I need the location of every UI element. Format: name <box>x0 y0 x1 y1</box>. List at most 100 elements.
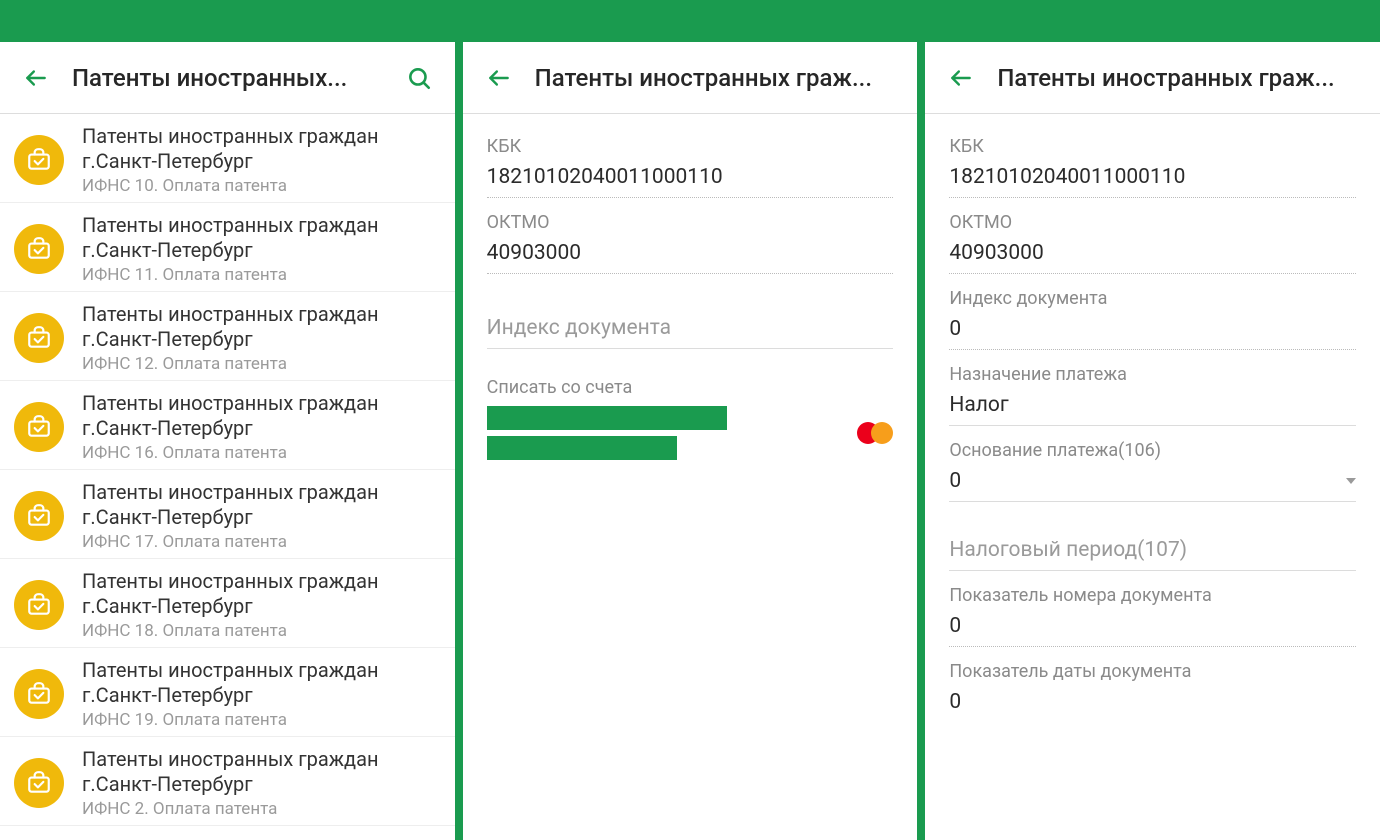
screen-form-1: Патенты иностранных граж... КБК 18210102… <box>463 0 918 840</box>
list-item-title: Патенты иностранных граждан г.Санкт-Пете… <box>82 480 441 530</box>
doc-date-indicator-field[interactable]: Показатель даты документа 0 <box>949 661 1356 722</box>
list-item-text: Патенты иностранных граждан г.Санкт-Пете… <box>82 658 441 730</box>
oktmo-value: 40903000 <box>487 239 894 274</box>
back-button[interactable] <box>941 58 981 98</box>
basis-106-label: Основание платежа(106) <box>949 440 1356 461</box>
list-item-text: Патенты иностранных граждан г.Санкт-Пете… <box>82 302 441 374</box>
purpose-value: Налог <box>949 391 1356 426</box>
doc-date-indicator-value: 0 <box>949 688 1356 722</box>
arrow-left-icon <box>486 65 512 91</box>
list-item-subtitle: ИФНС 10. Оплата патента <box>82 176 441 196</box>
kbk-label: КБК <box>487 136 894 157</box>
list-item[interactable]: Патенты иностранных граждан г.Санкт-Пете… <box>0 470 455 559</box>
back-button[interactable] <box>16 58 56 98</box>
status-bar <box>925 0 1380 42</box>
basis-106-field[interactable]: Основание платежа(106) 0 <box>949 440 1356 502</box>
list-item[interactable]: Патенты иностранных граждан г.Санкт-Пете… <box>0 114 455 203</box>
kbk-value: 18210102040011000110 <box>487 163 894 198</box>
page-title: Патенты иностранных граж... <box>535 64 902 92</box>
oktmo-label: ОКТМО <box>487 212 894 233</box>
list-item-subtitle: ИФНС 2. Оплата патента <box>82 799 441 819</box>
list-item-text: Патенты иностранных граждан г.Санкт-Пете… <box>82 569 441 641</box>
doc-number-indicator-field[interactable]: Показатель номера документа 0 <box>949 585 1356 647</box>
mastercard-icon <box>857 421 893 445</box>
list-item-title: Патенты иностранных граждан г.Санкт-Пете… <box>82 391 441 441</box>
list-item-text: Патенты иностранных граждан г.Санкт-Пете… <box>82 480 441 552</box>
status-bar <box>463 0 918 42</box>
arrow-left-icon <box>23 65 49 91</box>
briefcase-check-icon <box>14 758 64 808</box>
kbk-value: 18210102040011000110 <box>949 163 1356 198</box>
kbk-field[interactable]: КБК 18210102040011000110 <box>949 136 1356 198</box>
list-item-subtitle: ИФНС 16. Оплата патента <box>82 443 441 463</box>
app-bar: Патенты иностранных граж... <box>925 42 1380 114</box>
list-item-text: Патенты иностранных граждан г.Санкт-Пете… <box>82 124 441 196</box>
payment-form: КБК 18210102040011000110 ОКТМО 40903000 … <box>925 114 1380 840</box>
list-item-title: Патенты иностранных граждан г.Санкт-Пете… <box>82 569 441 619</box>
briefcase-check-icon <box>14 313 64 363</box>
doc-index-label: Индекс документа <box>949 288 1356 309</box>
doc-index-field[interactable]: Индекс документа 0 <box>949 288 1356 350</box>
results-list: Патенты иностранных граждан г.Санкт-Пете… <box>0 114 455 840</box>
page-title: Патенты иностранных... <box>72 64 399 92</box>
search-button[interactable] <box>399 58 439 98</box>
list-item[interactable]: Патенты иностранных граждан г.Санкт-Пете… <box>0 737 455 826</box>
list-item-subtitle: ИФНС 11. Оплата патента <box>82 265 441 285</box>
list-item[interactable]: Патенты иностранных граждан г.Санкт-Пете… <box>0 648 455 737</box>
list-item-text: Патенты иностранных граждан г.Санкт-Пете… <box>82 213 441 285</box>
list-item-text: Патенты иностранных граждан г.Санкт-Пете… <box>82 836 441 840</box>
card-redacted <box>487 406 727 460</box>
briefcase-check-icon <box>14 402 64 452</box>
period-107-field[interactable]: Налоговый период(107) <box>949 536 1356 571</box>
doc-index-value: 0 <box>949 315 1356 350</box>
payment-form: КБК 18210102040011000110 ОКТМО 40903000 … <box>463 114 918 840</box>
period-107-placeholder: Налоговый период(107) <box>949 536 1356 571</box>
doc-date-indicator-label: Показатель даты документа <box>949 661 1356 682</box>
briefcase-check-icon <box>14 135 64 185</box>
briefcase-check-icon <box>14 224 64 274</box>
doc-index-field[interactable]: Индекс документа <box>487 314 894 349</box>
list-item[interactable]: Патенты иностранных граждан г.Санкт-Пете… <box>0 203 455 292</box>
list-item-title: Патенты иностранных граждан г.Санкт-Пете… <box>82 302 441 352</box>
app-bar: Патенты иностранных... <box>0 42 455 114</box>
briefcase-check-icon <box>14 669 64 719</box>
basis-106-value: 0 <box>949 467 1356 502</box>
list-item-subtitle: ИФНС 17. Оплата патента <box>82 532 441 552</box>
list-item-subtitle: ИФНС 12. Оплата патента <box>82 354 441 374</box>
oktmo-field[interactable]: ОКТМО 40903000 <box>949 212 1356 274</box>
list-item-text: Патенты иностранных граждан г.Санкт-Пете… <box>82 391 441 463</box>
account-selector[interactable] <box>487 406 894 460</box>
list-item[interactable]: Патенты иностранных граждан г.Санкт-Пете… <box>0 292 455 381</box>
kbk-field[interactable]: КБК 18210102040011000110 <box>487 136 894 198</box>
status-bar <box>0 0 455 42</box>
list-item[interactable]: Патенты иностранных граждан г.Санкт-Пете… <box>0 381 455 470</box>
list-item-title: Патенты иностранных граждан г.Санкт-Пете… <box>82 747 441 797</box>
list-item-text: Патенты иностранных граждан г.Санкт-Пете… <box>82 747 441 819</box>
screen-form-2: Патенты иностранных граж... КБК 18210102… <box>925 0 1380 840</box>
back-button[interactable] <box>479 58 519 98</box>
oktmo-field[interactable]: ОКТМО 40903000 <box>487 212 894 274</box>
list-item-title: Патенты иностранных граждан г.Санкт-Пете… <box>82 658 441 708</box>
chevron-down-icon <box>1346 478 1356 484</box>
oktmo-value: 40903000 <box>949 239 1356 274</box>
doc-number-indicator-label: Показатель номера документа <box>949 585 1356 606</box>
list-item[interactable]: Патенты иностранных граждан г.Санкт-Пете… <box>0 826 455 840</box>
purpose-label: Назначение платежа <box>949 364 1356 385</box>
briefcase-check-icon <box>14 580 64 630</box>
doc-number-indicator-value: 0 <box>949 612 1356 647</box>
list-item-subtitle: ИФНС 18. Оплата патента <box>82 621 441 641</box>
doc-index-placeholder: Индекс документа <box>487 314 894 349</box>
list-item[interactable]: Патенты иностранных граждан г.Санкт-Пете… <box>0 559 455 648</box>
account-label: Списать со счета <box>487 377 894 398</box>
app-bar: Патенты иностранных граж... <box>463 42 918 114</box>
briefcase-check-icon <box>14 491 64 541</box>
kbk-label: КБК <box>949 136 1356 157</box>
list-item-title: Патенты иностранных граждан г.Санкт-Пете… <box>82 124 441 174</box>
search-icon <box>406 65 432 91</box>
list-item-subtitle: ИФНС 19. Оплата патента <box>82 710 441 730</box>
arrow-left-icon <box>948 65 974 91</box>
purpose-field[interactable]: Назначение платежа Налог <box>949 364 1356 426</box>
oktmo-label: ОКТМО <box>949 212 1356 233</box>
screen-list: Патенты иностранных... Патенты иностранн… <box>0 0 455 840</box>
list-item-title: Патенты иностранных граждан г.Санкт-Пете… <box>82 836 441 840</box>
